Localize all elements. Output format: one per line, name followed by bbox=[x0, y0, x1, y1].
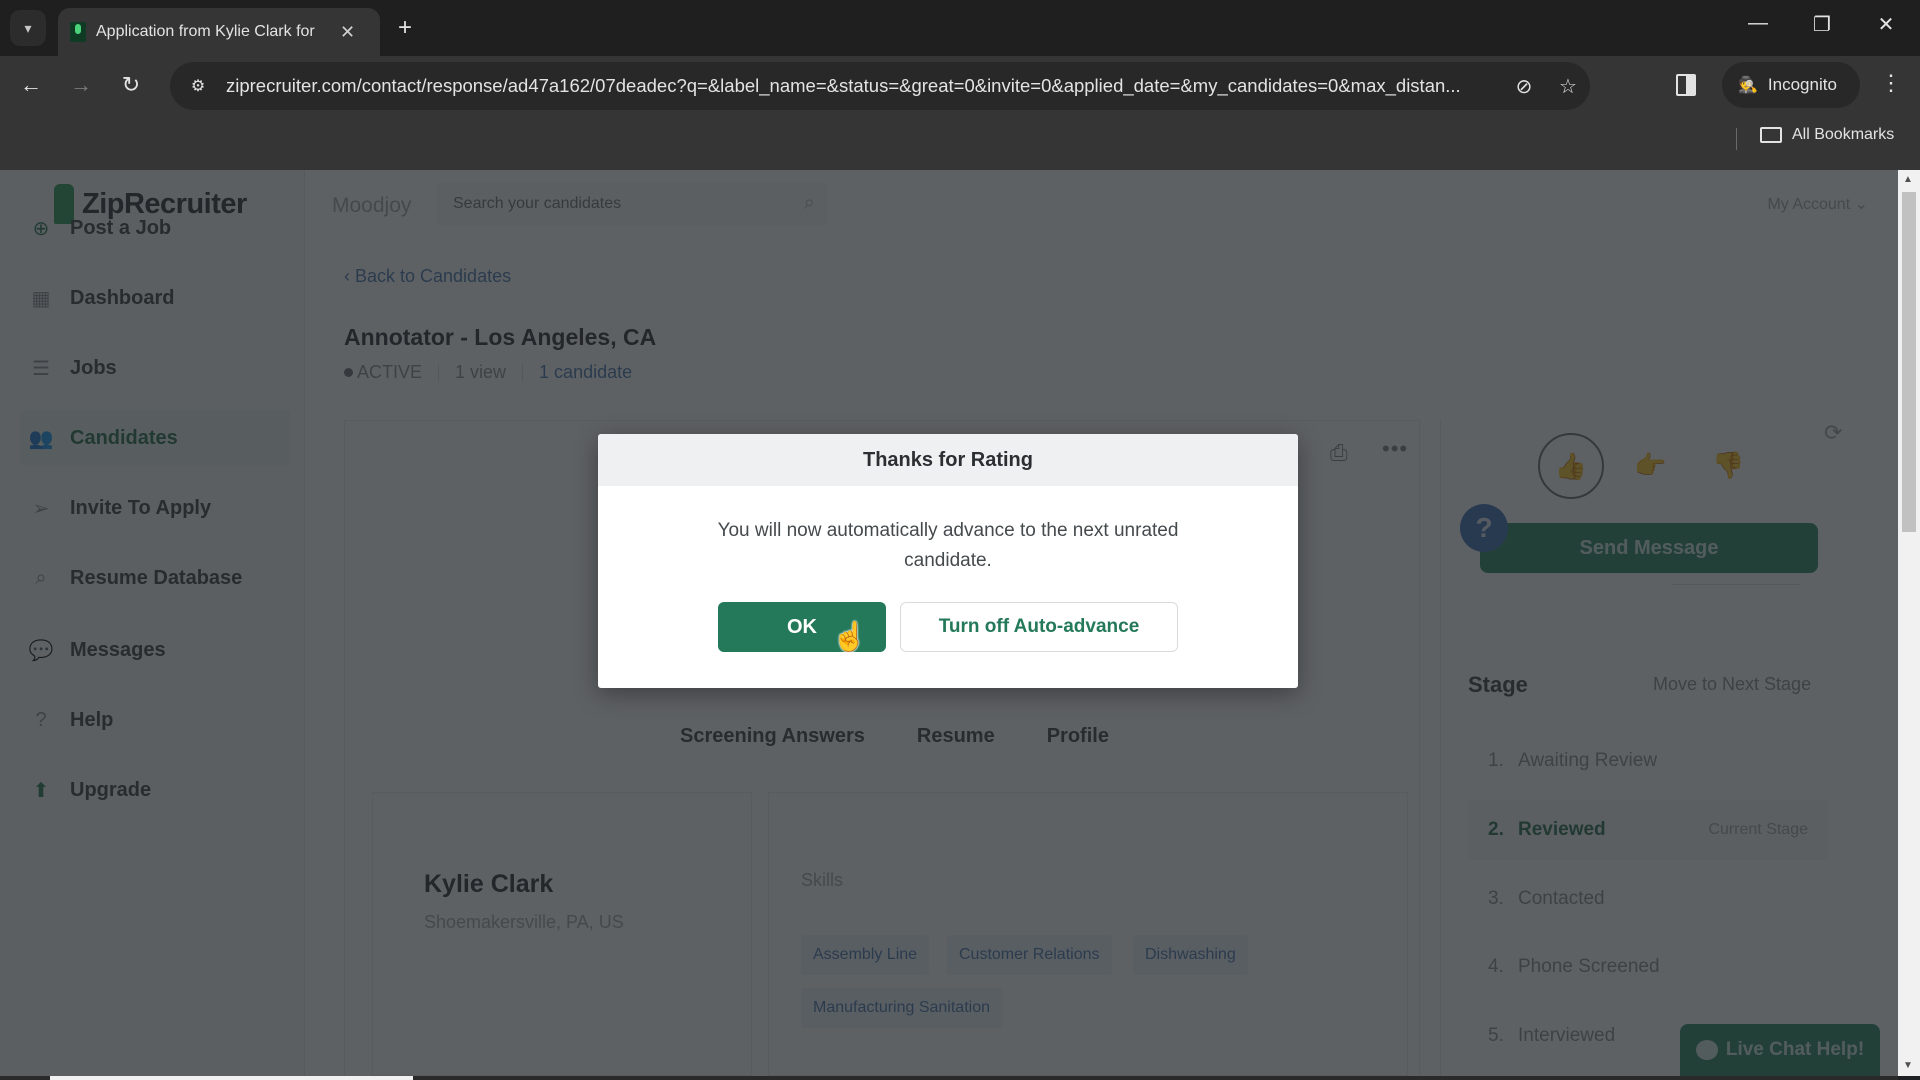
tracking-protection-eye-off-icon[interactable]: ⊘ bbox=[1502, 74, 1546, 99]
tab-search-button[interactable]: ▾ bbox=[10, 10, 46, 46]
browser-title-bar: ▾ Application from Kylie Clark for ✕ + —… bbox=[0, 0, 1920, 56]
ziprecruiter-favicon-icon bbox=[70, 22, 86, 42]
browser-toolbar: ← → ↻ ⚙ ziprecruiter.com/contact/respons… bbox=[0, 56, 1920, 116]
bookmarks-divider bbox=[1736, 128, 1737, 150]
horizontal-scrollbar[interactable] bbox=[0, 1076, 1898, 1080]
tab-close-icon[interactable]: ✕ bbox=[340, 22, 355, 43]
bookmark-star-icon[interactable]: ☆ bbox=[1546, 74, 1590, 99]
bookmarks-bar: All Bookmarks bbox=[0, 116, 1920, 170]
hand-pointer-cursor-icon: ☝ bbox=[832, 621, 867, 652]
chevron-down-icon: ▾ bbox=[24, 19, 32, 36]
dialog-title: Thanks for Rating bbox=[598, 434, 1298, 486]
minimize-button[interactable]: — bbox=[1738, 12, 1778, 35]
back-button[interactable]: ← bbox=[16, 72, 46, 98]
side-panel-icon[interactable] bbox=[1676, 74, 1696, 96]
restore-button[interactable]: ❐ bbox=[1802, 12, 1842, 37]
thanks-for-rating-dialog: Thanks for Rating You will now automatic… bbox=[598, 434, 1298, 688]
dialog-message: You will now automatically advance to th… bbox=[717, 520, 1179, 571]
new-tab-button[interactable]: + bbox=[398, 14, 412, 42]
window-close-button[interactable]: ✕ bbox=[1866, 12, 1906, 37]
all-bookmarks-label: All Bookmarks bbox=[1792, 126, 1895, 143]
folder-icon bbox=[1760, 127, 1782, 143]
url-text[interactable]: ziprecruiter.com/contact/response/ad47a1… bbox=[226, 75, 1502, 97]
tab-title: Application from Kylie Clark for bbox=[96, 23, 315, 40]
browser-menu-icon[interactable]: ⋮ bbox=[1880, 70, 1902, 96]
forward-button[interactable]: → bbox=[66, 72, 96, 98]
all-bookmarks-button[interactable]: All Bookmarks bbox=[1760, 126, 1894, 144]
dialog-actions: OK Turn off Auto-advance bbox=[718, 602, 1178, 652]
scroll-up-arrow-icon[interactable]: ▲ bbox=[1903, 174, 1913, 185]
vertical-scroll-thumb[interactable] bbox=[1902, 192, 1916, 532]
reload-button[interactable]: ↻ bbox=[116, 72, 146, 98]
incognito-label: Incognito bbox=[1767, 75, 1837, 94]
incognito-icon: 🕵 bbox=[1738, 77, 1758, 94]
incognito-indicator[interactable]: 🕵 Incognito bbox=[1722, 62, 1860, 108]
scroll-down-arrow-icon[interactable]: ▼ bbox=[1903, 1060, 1913, 1071]
site-info-icon[interactable]: ⚙ bbox=[176, 64, 220, 108]
address-bar[interactable]: ⚙ ziprecruiter.com/contact/response/ad47… bbox=[170, 62, 1590, 110]
horizontal-scroll-thumb[interactable] bbox=[50, 1076, 413, 1080]
vertical-scrollbar[interactable]: ▲ ▼ bbox=[1898, 170, 1920, 1076]
turn-off-auto-advance-button[interactable]: Turn off Auto-advance bbox=[900, 602, 1178, 652]
browser-tab-active[interactable]: Application from Kylie Clark for ✕ bbox=[58, 8, 380, 56]
